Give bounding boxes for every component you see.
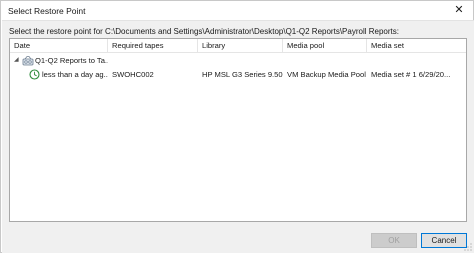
restore-point-library: HP MSL G3 Series 9.50: [202, 70, 283, 79]
resize-grip-icon[interactable]: [464, 243, 472, 251]
collapse-expander-icon[interactable]: ◢: [14, 54, 22, 67]
column-header-media-set[interactable]: Media set: [367, 39, 466, 53]
dialog-title: Select Restore Point: [8, 6, 86, 16]
column-header-media-pool[interactable]: Media pool: [283, 39, 367, 53]
grid-header: Date Required tapes Library Media pool M…: [10, 39, 466, 53]
column-header-date[interactable]: Date: [10, 39, 108, 53]
clock-icon: [29, 69, 40, 80]
select-restore-point-dialog: Select Restore Point ✕ Select the restor…: [0, 0, 474, 253]
restore-point-media-pool: VM Backup Media Pool: [287, 70, 366, 79]
restore-point-grid[interactable]: Date Required tapes Library Media pool M…: [9, 38, 467, 222]
restore-point-date: less than a day ag...: [42, 70, 108, 79]
restore-point-media-set: Media set # 1 6/29/20...: [371, 70, 451, 79]
tape-job-icon: [22, 56, 34, 66]
close-icon[interactable]: ✕: [451, 3, 467, 17]
restore-point-row[interactable]: less than a day ag... SWOHC002 HP MSL G3…: [10, 68, 466, 81]
dialog-body: Select the restore point for C:\Document…: [2, 20, 474, 253]
ok-button[interactable]: OK: [371, 233, 417, 248]
restore-point-required-tapes: SWOHC002: [112, 70, 154, 79]
column-header-required-tapes[interactable]: Required tapes: [108, 39, 198, 53]
job-name: Q1-Q2 Reports to Ta...: [35, 56, 108, 65]
restore-prompt-label: Select the restore point for C:\Document…: [9, 27, 399, 36]
job-row[interactable]: ◢ Q1-Q2 Reports to Ta...: [10, 54, 466, 67]
column-header-library[interactable]: Library: [198, 39, 283, 53]
cancel-button[interactable]: Cancel: [421, 233, 467, 248]
title-bar: Select Restore Point ✕: [1, 1, 473, 20]
